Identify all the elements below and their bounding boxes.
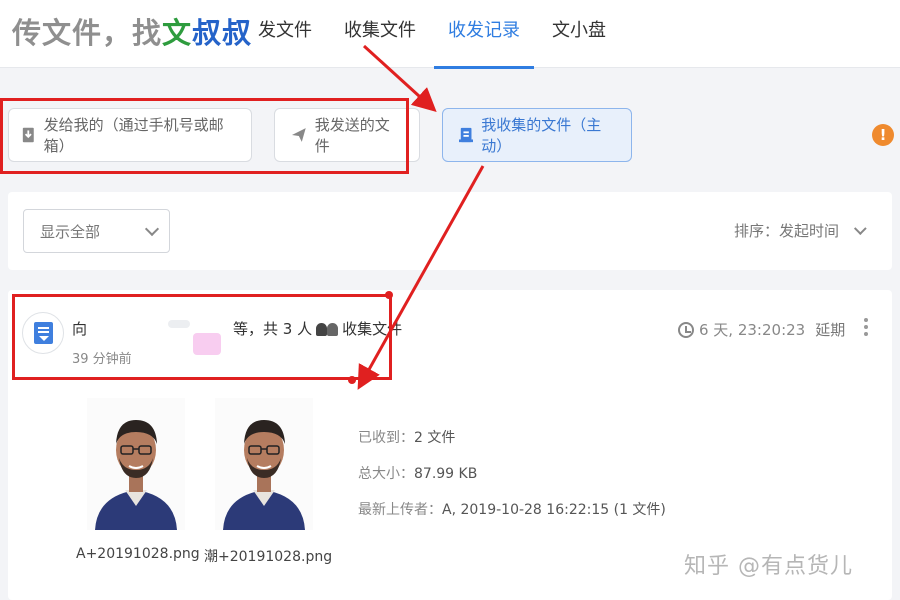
annotation-arrow-1 [362,44,437,113]
annotation-dot [385,291,393,299]
annotation-dot [348,376,356,384]
annotation-arrows [348,44,485,390]
annotation-arrow-2 [357,165,485,390]
